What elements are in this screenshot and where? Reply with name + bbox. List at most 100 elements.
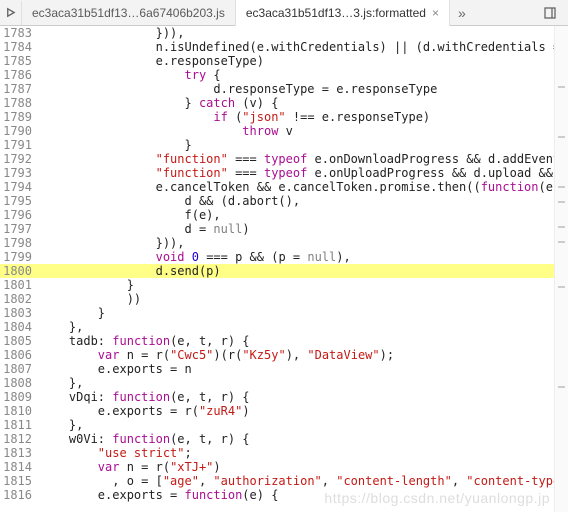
code-line[interactable]: 1812 w0Vi: function(e, t, r) {: [0, 432, 554, 446]
code-line[interactable]: 1810 e.exports = r("zuR4"): [0, 404, 554, 418]
code-content: var n = r("xTJ+"): [40, 460, 554, 474]
code-line[interactable]: 1787 d.responseType = e.responseType: [0, 82, 554, 96]
code-content: })),: [40, 26, 554, 40]
line-number: 1807: [0, 362, 40, 376]
code-content: e.exports = r("zuR4"): [40, 404, 554, 418]
code-line[interactable]: 1799 void 0 === p && (p = null),: [0, 250, 554, 264]
code-line[interactable]: 1791 }: [0, 138, 554, 152]
dock-icon[interactable]: [540, 3, 560, 23]
code-line[interactable]: 1798 })),: [0, 236, 554, 250]
gutter-tick: [558, 186, 565, 188]
line-number: 1789: [0, 110, 40, 124]
code-line[interactable]: 1785 e.responseType): [0, 54, 554, 68]
code-line[interactable]: 1806 var n = r("Cwc5")(r("Kz5y"), "DataV…: [0, 348, 554, 362]
code-line[interactable]: 1809 vDqi: function(e, t, r) {: [0, 390, 554, 404]
line-number: 1783: [0, 26, 40, 40]
line-number: 1791: [0, 138, 40, 152]
line-number: 1812: [0, 432, 40, 446]
line-number: 1792: [0, 152, 40, 166]
gutter-tick: [558, 286, 565, 288]
tab-inactive[interactable]: ec3aca31b51df13…6a67406b203.js: [22, 0, 236, 26]
code-line[interactable]: 1807 e.exports = n: [0, 362, 554, 376]
code-line[interactable]: 1801 }: [0, 278, 554, 292]
code-line[interactable]: 1789 if ("json" !== e.responseType): [0, 110, 554, 124]
line-number: 1796: [0, 208, 40, 222]
line-number: 1784: [0, 40, 40, 54]
code-content: }: [40, 278, 554, 292]
tab-label: ec3aca31b51df13…6a67406b203.js: [32, 6, 225, 20]
line-number: 1799: [0, 250, 40, 264]
line-number: 1788: [0, 96, 40, 110]
code-editor[interactable]: 1783 })),1784 n.isUndefined(e.withCreden…: [0, 26, 554, 512]
line-number: 1798: [0, 236, 40, 250]
code-line[interactable]: 1816 e.exports = function(e) {: [0, 488, 554, 502]
code-line[interactable]: 1792 "function" === typeof e.onDownloadP…: [0, 152, 554, 166]
code-line[interactable]: 1803 }: [0, 306, 554, 320]
code-content: throw v: [40, 124, 554, 138]
code-content: tadb: function(e, t, r) {: [40, 334, 554, 348]
code-content: d.send(p): [40, 264, 554, 278]
code-line[interactable]: 1813 "use strict";: [0, 446, 554, 460]
code-content: d && (d.abort(),: [40, 194, 554, 208]
line-number: 1794: [0, 180, 40, 194]
code-line[interactable]: 1794 e.cancelToken && e.cancelToken.prom…: [0, 180, 554, 194]
play-icon[interactable]: [0, 1, 22, 25]
code-line[interactable]: 1814 var n = r("xTJ+"): [0, 460, 554, 474]
code-line[interactable]: 1793 "function" === typeof e.onUploadPro…: [0, 166, 554, 180]
code-content: , o = ["age", "authorization", "content-…: [40, 474, 554, 488]
line-number: 1810: [0, 404, 40, 418]
code-content: if ("json" !== e.responseType): [40, 110, 554, 124]
code-content: e.exports = n: [40, 362, 554, 376]
code-line[interactable]: 1797 d = null): [0, 222, 554, 236]
line-number: 1800: [0, 264, 40, 278]
code-content: n.isUndefined(e.withCredentials) || (d.w…: [40, 40, 554, 54]
code-line[interactable]: 1805 tadb: function(e, t, r) {: [0, 334, 554, 348]
code-line[interactable]: 1808 },: [0, 376, 554, 390]
code-content: } catch (v) {: [40, 96, 554, 110]
code-line[interactable]: 1811 },: [0, 418, 554, 432]
line-number: 1793: [0, 166, 40, 180]
code-line[interactable]: 1815 , o = ["age", "authorization", "con…: [0, 474, 554, 488]
code-line[interactable]: 1800 d.send(p): [0, 264, 554, 278]
line-number: 1803: [0, 306, 40, 320]
line-number: 1795: [0, 194, 40, 208]
line-number: 1785: [0, 54, 40, 68]
code-content: w0Vi: function(e, t, r) {: [40, 432, 554, 446]
tab-label: ec3aca31b51df13…3.js:formatted: [246, 6, 426, 20]
code-line[interactable]: 1790 throw v: [0, 124, 554, 138]
code-content: vDqi: function(e, t, r) {: [40, 390, 554, 404]
code-content: },: [40, 418, 554, 432]
more-tabs-icon[interactable]: »: [450, 5, 474, 21]
code-content: "function" === typeof e.onDownloadProgre…: [40, 152, 554, 166]
line-number: 1809: [0, 390, 40, 404]
code-line[interactable]: 1796 f(e),: [0, 208, 554, 222]
code-content: d = null): [40, 222, 554, 236]
gutter-tick: [558, 386, 565, 388]
code-content: try {: [40, 68, 554, 82]
tab-active[interactable]: ec3aca31b51df13…3.js:formatted ×: [236, 0, 450, 26]
code-line[interactable]: 1802 )): [0, 292, 554, 306]
code-line[interactable]: 1788 } catch (v) {: [0, 96, 554, 110]
code-line[interactable]: 1795 d && (d.abort(),: [0, 194, 554, 208]
code-content: }: [40, 138, 554, 152]
line-number: 1813: [0, 446, 40, 460]
code-line[interactable]: 1784 n.isUndefined(e.withCredentials) ||…: [0, 40, 554, 54]
line-number: 1816: [0, 488, 40, 502]
overview-gutter[interactable]: [554, 26, 568, 512]
code-content: },: [40, 376, 554, 390]
code-content: "use strict";: [40, 446, 554, 460]
gutter-tick: [558, 241, 565, 243]
gutter-tick: [558, 136, 565, 138]
code-line[interactable]: 1786 try {: [0, 68, 554, 82]
code-line[interactable]: 1783 })),: [0, 26, 554, 40]
line-number: 1801: [0, 278, 40, 292]
line-number: 1797: [0, 222, 40, 236]
close-icon[interactable]: ×: [432, 6, 439, 20]
line-number: 1806: [0, 348, 40, 362]
code-content: var n = r("Cwc5")(r("Kz5y"), "DataView")…: [40, 348, 554, 362]
line-number: 1815: [0, 474, 40, 488]
line-number: 1790: [0, 124, 40, 138]
code-content: "function" === typeof e.onUploadProgress…: [40, 166, 554, 180]
code-line[interactable]: 1804 },: [0, 320, 554, 334]
gutter-tick: [558, 86, 565, 88]
